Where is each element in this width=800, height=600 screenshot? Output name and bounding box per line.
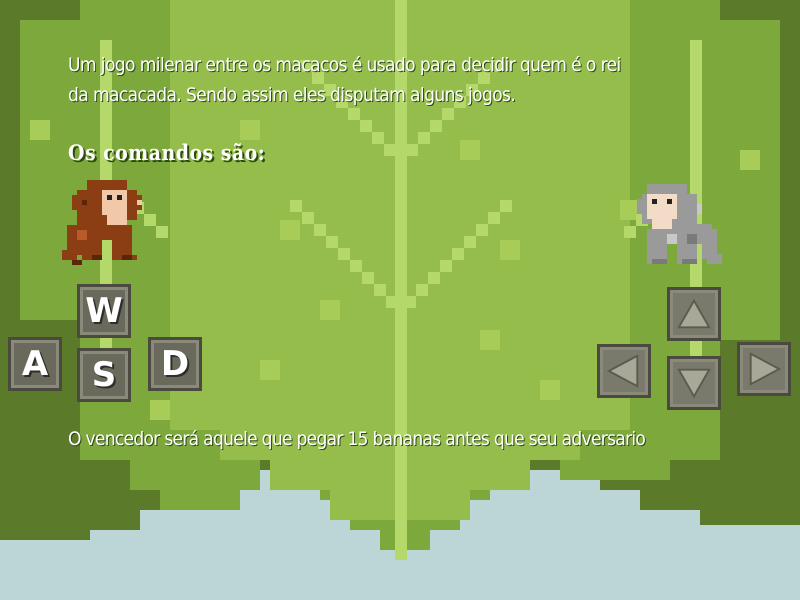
down-arrow-key xyxy=(667,356,721,410)
winner-condition-text: O vencedor será aquele que pegar 15 bana… xyxy=(68,428,646,450)
a-key: A xyxy=(8,337,62,391)
intro-text-line-2: da macacada. Sendo assim eles disputam a… xyxy=(68,84,516,106)
left-arrow-key xyxy=(597,344,651,398)
down-arrow-icon xyxy=(677,368,711,399)
brown-monkey-icon xyxy=(62,180,142,265)
up-arrow-icon xyxy=(677,298,711,329)
right-arrow-icon xyxy=(749,352,782,386)
s-key: S xyxy=(77,348,131,402)
right-arrow-key xyxy=(737,342,791,396)
intro-text-line-1: Um jogo milenar entre os macacos é usado… xyxy=(68,54,621,76)
left-arrow-icon xyxy=(606,354,639,388)
commands-title: Os comandos são: xyxy=(68,140,266,165)
game-screen: Um jogo milenar entre os macacos é usado… xyxy=(0,0,800,600)
d-key: D xyxy=(148,337,202,391)
w-key: W xyxy=(77,284,131,338)
up-arrow-key xyxy=(667,287,721,341)
gray-monkey-icon xyxy=(637,184,722,264)
